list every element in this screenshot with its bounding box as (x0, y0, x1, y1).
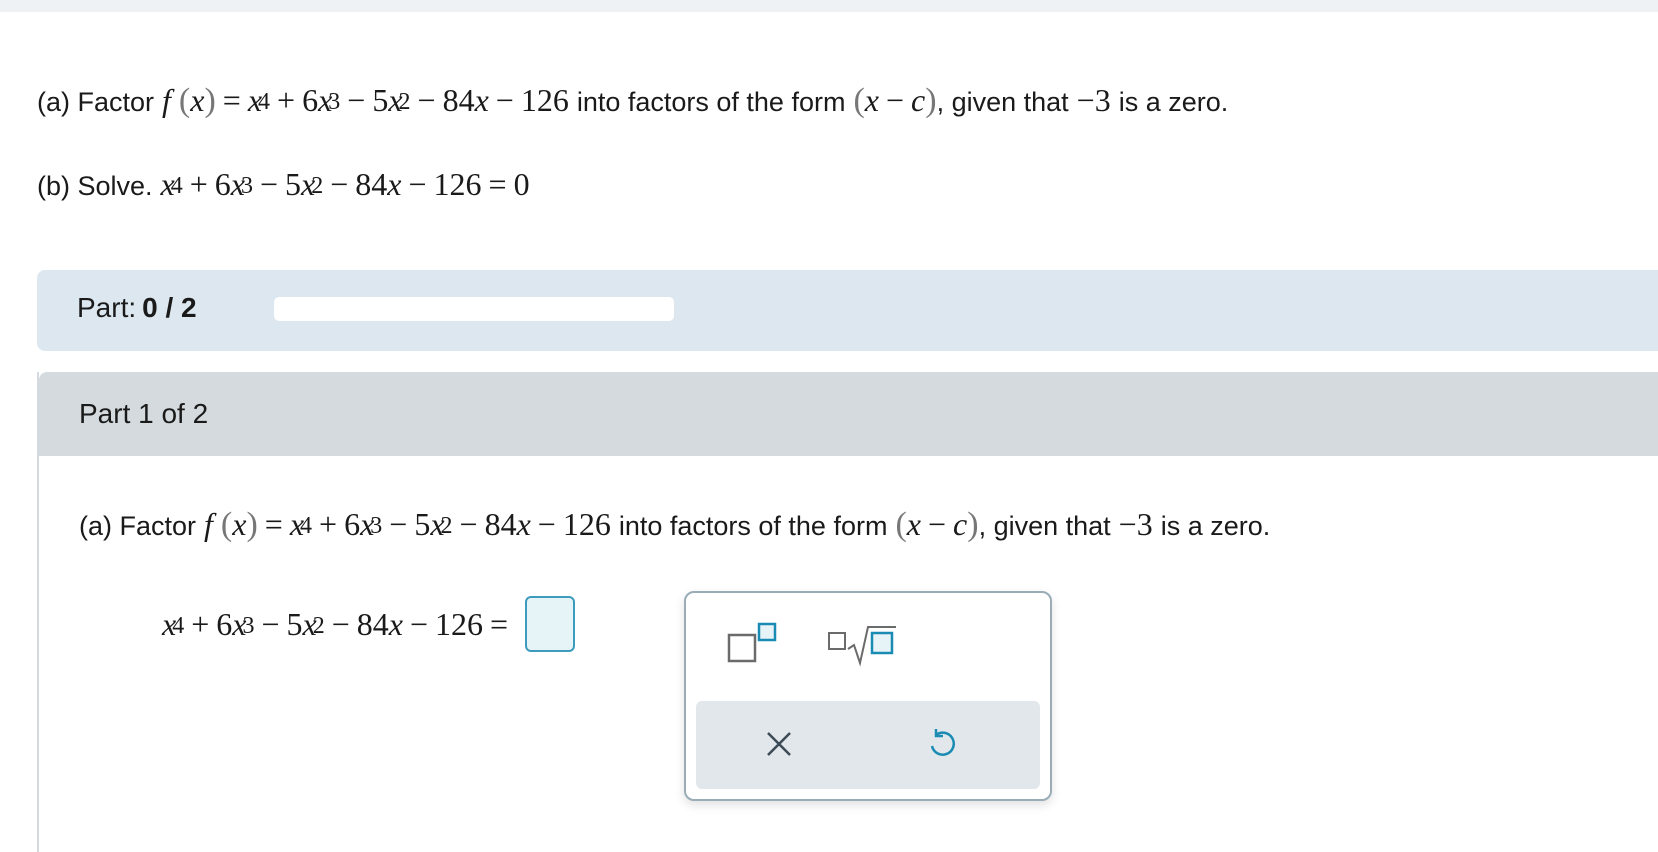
answer-row: x 4 +6 x 3−5 x 2−84 x −126 = (162, 596, 576, 652)
undo-icon[interactable] (926, 727, 958, 766)
top-strip (0, 0, 1658, 12)
part-question-suffix-2: is a zero. (1160, 511, 1271, 541)
problem-a-suffix-1: , given that (936, 87, 1069, 117)
part-question-prefix: (a) Factor (79, 511, 197, 541)
close-x-icon[interactable] (764, 729, 794, 764)
part-function-expression: f (x) = x 4 +6 x 3−5 x 2−84 x −126 (204, 506, 611, 543)
part-factor-form: (x − c) (895, 506, 979, 543)
problem-b-prefix: (b) Solve. (37, 171, 153, 201)
superscript-template-icon[interactable] (726, 621, 780, 672)
part-zero-value: −3 (1118, 506, 1153, 542)
progress-track (274, 297, 674, 321)
part-question-suffix-1: , given that (978, 511, 1111, 541)
problem-a-prefix: (a) Factor (37, 87, 155, 117)
part-progress-label: Part: 0 / 2 (77, 292, 197, 323)
problem-a-suffix-2: is a zero. (1118, 87, 1229, 117)
zero-value: −3 (1076, 82, 1111, 118)
part-question-mid: into factors of the form (618, 511, 888, 541)
problem-statement-b: (b) Solve. x 4 +6 x 3−5 x 2−84 x −126 = 0 (37, 166, 530, 203)
function-expression: f (x) = x 4 +6 x 3−5 x 2−84 x −126 (162, 82, 569, 119)
part-progress-bar: Part: 0 / 2 (37, 270, 1658, 351)
part-header-title: Part 1 of 2 (79, 398, 209, 429)
answer-expression: x 4 +6 x 3−5 x 2−84 x −126 = (162, 605, 509, 642)
part-progress-value: 0 / 2 (142, 292, 197, 323)
palette-tools (696, 701, 1040, 789)
nth-root-template-icon[interactable] (826, 621, 898, 672)
problem-a-mid: into factors of the form (576, 87, 846, 117)
factor-form: (x − c) (853, 82, 937, 119)
math-palette (684, 591, 1052, 801)
problem-statement-a: (a) Factor f (x) = x 4 +6 x 3−5 x 2−84 x −126 into… (37, 82, 1228, 120)
part-header: Part 1 of 2 (39, 372, 1658, 456)
part-question-a: (a) Factor f (x) = x 4 +6 x 3−5 x 2−84 x −126 into… (79, 506, 1270, 544)
equation-expression: x 4 +6 x 3−5 x 2−84 x −126 = 0 (160, 166, 530, 202)
answer-input[interactable] (525, 596, 576, 652)
